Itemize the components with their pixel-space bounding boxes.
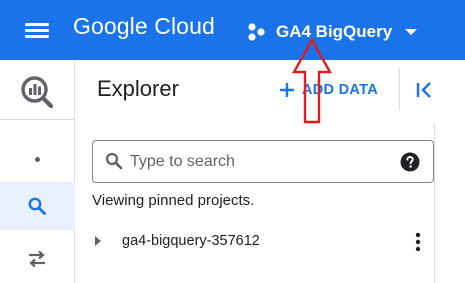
project-hexagon-icon <box>248 23 265 41</box>
pinned-projects-status: Viewing pinned projects. <box>92 192 255 209</box>
rail-search-button[interactable] <box>0 182 75 230</box>
project-tree-row[interactable]: ga4-bigquery-357612 <box>88 226 434 256</box>
divider <box>399 68 400 110</box>
explorer-title: Explorer <box>97 76 179 101</box>
more-dot-icon[interactable] <box>35 157 40 162</box>
left-nav-rail <box>0 60 75 283</box>
google-cloud-logo[interactable]: Google Cloud <box>73 13 215 40</box>
search-input[interactable] <box>130 142 392 181</box>
chevron-down-icon <box>405 29 418 35</box>
help-icon[interactable] <box>400 152 420 172</box>
transfer-icon <box>29 250 45 268</box>
more-vert-icon[interactable] <box>414 232 422 252</box>
search-icon <box>28 197 46 215</box>
right-panel-edge <box>434 122 465 283</box>
search-icon <box>105 152 123 170</box>
collapse-panel-icon[interactable] <box>414 79 436 101</box>
menu-icon[interactable] <box>25 21 49 39</box>
explorer-search-box[interactable] <box>92 140 434 183</box>
top-app-bar: Google Cloud GA4 BigQuery <box>0 0 465 60</box>
expand-arrow-icon[interactable] <box>93 235 103 247</box>
annotation-arrow-icon <box>291 38 333 124</box>
bigquery-logo-icon[interactable] <box>19 74 55 110</box>
project-id-label: ga4-bigquery-357612 <box>122 233 260 249</box>
rail-header <box>0 60 75 120</box>
rail-transfer-button[interactable] <box>0 240 75 280</box>
